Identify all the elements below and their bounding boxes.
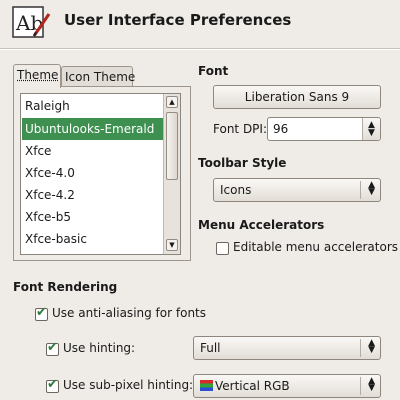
subpixel-value: Vertical RGB: [215, 379, 290, 393]
font-rendering-section-label: Font Rendering: [13, 280, 118, 294]
hinting-label[interactable]: Use hinting:: [63, 341, 135, 355]
arrow-down-icon[interactable]: ▼: [166, 239, 178, 251]
tab-theme[interactable]: Theme: [13, 64, 61, 88]
updown-arrows-icon: ▲ ▼: [368, 376, 375, 393]
checkmark-icon: ✔: [47, 377, 58, 392]
toolbar-style-combo[interactable]: Icons ▲ ▼: [213, 178, 381, 202]
combo-divider: [360, 377, 361, 395]
list-item[interactable]: Xfce-4.0: [22, 162, 163, 184]
hinting-value: Full: [200, 341, 221, 355]
list-item[interactable]: Raleigh: [22, 95, 163, 117]
updown-arrows-icon[interactable]: ▲ ▼: [362, 118, 380, 140]
dialog-title: User Interface Preferences: [64, 11, 292, 29]
list-item[interactable]: Xfce: [22, 140, 163, 162]
font-section-label: Font: [198, 64, 229, 78]
scrollbar-thumb[interactable]: [166, 112, 178, 180]
arrow-up-icon[interactable]: ▲: [166, 96, 178, 108]
hinting-combo[interactable]: Full ▲ ▼: [193, 336, 381, 360]
tab-icon-theme-label: Icon Theme: [65, 70, 136, 84]
theme-list[interactable]: Raleigh Ubuntulooks-Emerald Xfce Xfce-4.…: [20, 93, 181, 255]
combo-divider: [360, 339, 361, 357]
checkmark-icon: ✔: [47, 340, 58, 355]
antialias-label[interactable]: Use anti-aliasing for fonts: [52, 306, 206, 320]
font-chooser-button[interactable]: Liberation Sans 9: [213, 85, 381, 109]
header-separator: [0, 48, 400, 50]
hinting-checkbox[interactable]: ✔: [46, 340, 59, 356]
font-dpi-spinbutton[interactable]: 96 ▲ ▼: [267, 117, 381, 141]
theme-list-scrollbar[interactable]: ▲ ▼: [163, 94, 180, 254]
list-item[interactable]: Xfce-b5: [22, 206, 163, 228]
font-dpi-value: 96: [273, 122, 289, 136]
tab-icon-theme[interactable]: Icon Theme: [61, 66, 136, 88]
font-dpi-label: Font DPI:: [213, 122, 267, 136]
list-item-selected[interactable]: Ubuntulooks-Emerald: [22, 118, 163, 140]
updown-arrows-icon: ▲ ▼: [368, 338, 375, 355]
subpixel-combo[interactable]: Vertical RGB ▲ ▼: [193, 374, 381, 398]
rgb-swatch-icon: [200, 380, 213, 391]
font-chooser-button-label: Liberation Sans 9: [244, 90, 350, 104]
tab-theme-label: Theme: [17, 68, 59, 82]
toolbar-style-value: Icons: [220, 183, 252, 197]
list-item[interactable]: Xfce-4.2: [22, 184, 163, 206]
editable-accelerators-label[interactable]: Editable menu accelerators: [233, 240, 398, 254]
editable-accelerators-checkbox[interactable]: [216, 242, 229, 255]
subpixel-value-wrap: Vertical RGB: [200, 379, 290, 393]
subpixel-label[interactable]: Use sub-pixel hinting:: [63, 378, 193, 392]
dialog-header: Ab User Interface Preferences: [0, 0, 400, 45]
appearance-settings-icon: Ab: [12, 6, 52, 40]
menu-accelerators-section-label: Menu Accelerators: [198, 218, 325, 232]
subpixel-checkbox[interactable]: ✔: [46, 377, 59, 393]
combo-divider: [360, 181, 361, 199]
checkmark-icon: ✔: [36, 305, 47, 320]
list-item[interactable]: Xfce-basic: [22, 228, 163, 250]
antialias-checkbox[interactable]: ✔: [35, 305, 48, 321]
toolbar-style-section-label: Toolbar Style: [198, 156, 287, 170]
font-dpi-label-text: Font DPI:: [213, 122, 267, 136]
svg-text:Ab: Ab: [15, 11, 43, 35]
updown-arrows-icon: ▲ ▼: [368, 180, 375, 197]
